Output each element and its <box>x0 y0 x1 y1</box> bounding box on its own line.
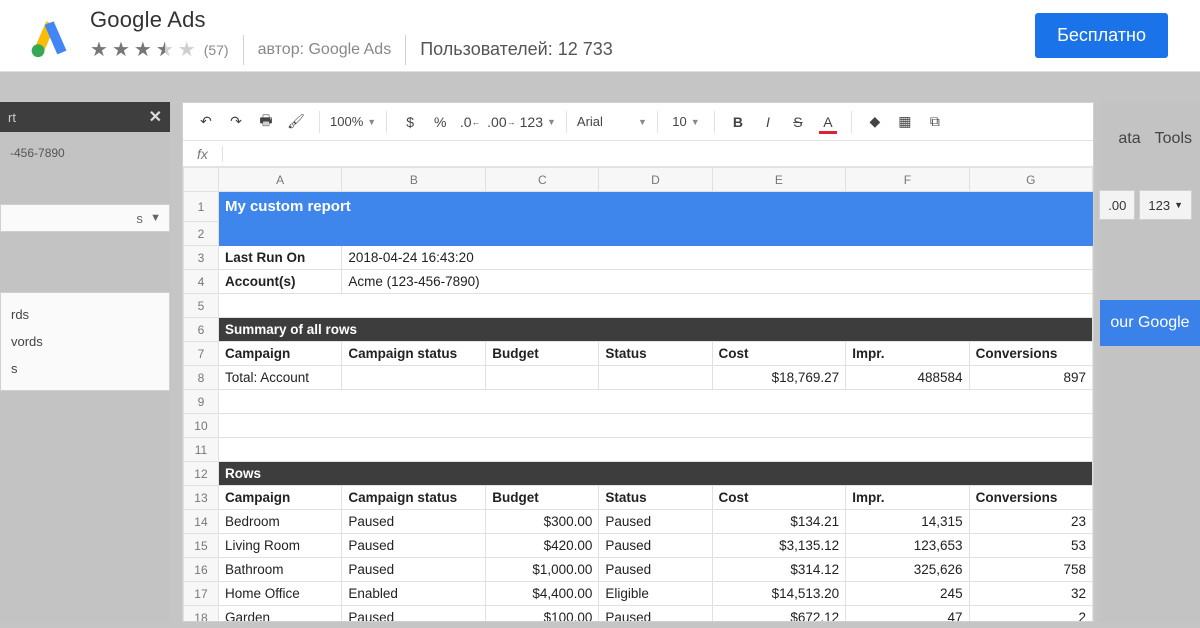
separator <box>243 35 244 65</box>
row-header[interactable]: 9 <box>184 390 219 414</box>
toolbar-btn[interactable]: .00 <box>1099 190 1135 220</box>
fx-label: fx <box>183 146 223 162</box>
table-row: 18 Garden Paused $100.00 Paused $672.12 … <box>184 606 1093 622</box>
column-header[interactable]: E <box>712 168 846 192</box>
addon-title: Google Ads <box>90 7 613 33</box>
chevron-down-icon: ▼ <box>1174 200 1183 210</box>
summary-section-title[interactable]: Summary of all rows <box>218 318 1092 342</box>
increase-decimal-button[interactable]: .00→ <box>487 108 515 136</box>
addon-author: автор: Google Ads <box>258 41 392 59</box>
font-family-dropdown[interactable]: Arial▼ <box>577 108 647 136</box>
spreadsheet-toolbar: ↶ ↷ 🖶 🖌 100%▼ $ % .0← .00→ 123▼ Arial▼ 1… <box>183 103 1093 141</box>
row-header[interactable]: 17 <box>184 582 219 606</box>
background-panel-left: rt ✕ -456-7890 s ▼ rds vords s <box>0 102 170 622</box>
row-header[interactable]: 1 <box>184 192 219 222</box>
label-s: s <box>136 211 143 226</box>
column-header[interactable]: D <box>599 168 712 192</box>
last-run-value[interactable]: 2018-04-24 16:43:20 <box>342 246 1093 270</box>
google-ads-logo-icon <box>28 14 72 58</box>
separator <box>405 35 406 65</box>
accounts-label: Account(s) <box>225 274 296 289</box>
install-button[interactable]: Бесплатно <box>1035 13 1168 58</box>
row-header[interactable]: 16 <box>184 558 219 582</box>
column-header[interactable]: G <box>969 168 1092 192</box>
star-icon: ★ <box>90 40 108 60</box>
toolbar-btn[interactable]: 123 ▼ <box>1139 190 1192 220</box>
formula-bar: fx <box>183 141 1093 167</box>
borders-button[interactable]: ▦ <box>892 108 918 136</box>
addon-users: Пользователей: 12 733 <box>420 39 613 60</box>
last-run-label: Last Run On <box>225 250 305 265</box>
rating-stars: ★ ★ ★ ★ ★ ★ (57) <box>90 40 229 60</box>
star-icon: ★ <box>112 40 130 60</box>
format-percent-button[interactable]: % <box>427 108 453 136</box>
accounts-value[interactable]: Acme (123-456-7890) <box>342 270 1093 294</box>
table-row: 17 Home Office Enabled $4,400.00 Eligibl… <box>184 582 1093 606</box>
table-row: 15 Living Room Paused $420.00 Paused $3,… <box>184 534 1093 558</box>
row-header[interactable]: 3 <box>184 246 219 270</box>
redo-icon[interactable]: ↷ <box>223 108 249 136</box>
star-empty-icon: ★ <box>178 40 196 60</box>
zoom-dropdown[interactable]: 100%▼ <box>330 108 376 136</box>
bold-button[interactable]: B <box>725 108 751 136</box>
phone-text: -456-7890 <box>0 132 170 174</box>
text-color-button[interactable]: A <box>815 108 841 136</box>
menu-item[interactable]: ata <box>1118 130 1140 148</box>
close-icon[interactable]: ✕ <box>149 107 162 127</box>
row-header[interactable]: 14 <box>184 510 219 534</box>
more-formats-dropdown[interactable]: 123▼ <box>520 108 556 136</box>
menu-item[interactable]: Tools <box>1155 130 1192 148</box>
column-header[interactable]: B <box>342 168 486 192</box>
column-header[interactable]: F <box>846 168 969 192</box>
row-header[interactable]: 11 <box>184 438 219 462</box>
format-currency-button[interactable]: $ <box>397 108 423 136</box>
italic-button[interactable]: I <box>755 108 781 136</box>
fill-color-button[interactable]: ◆ <box>862 108 888 136</box>
star-half-icon: ★ ★ <box>156 40 174 60</box>
merge-cells-button[interactable]: ⧉ <box>922 108 948 136</box>
dropdown-field[interactable]: s ▼ <box>0 204 170 232</box>
panel-title: rt <box>8 110 16 125</box>
star-icon: ★ <box>134 40 152 60</box>
row-header[interactable]: 6 <box>184 318 219 342</box>
spreadsheet-panel: ↶ ↷ 🖶 🖌 100%▼ $ % .0← .00→ 123▼ Arial▼ 1… <box>182 102 1094 622</box>
row-header[interactable]: 8 <box>184 366 219 390</box>
report-title[interactable]: My custom report <box>218 192 1092 222</box>
store-header: Google Ads ★ ★ ★ ★ ★ ★ (57) автор: Googl… <box>0 0 1200 72</box>
table-row: 16 Bathroom Paused $1,000.00 Paused $314… <box>184 558 1093 582</box>
row-header[interactable]: 10 <box>184 414 219 438</box>
formula-input[interactable] <box>223 141 1093 166</box>
undo-icon[interactable]: ↶ <box>193 108 219 136</box>
table-row: 14 Bedroom Paused $300.00 Paused $134.21… <box>184 510 1093 534</box>
list-item[interactable]: rds <box>1 301 169 328</box>
row-header[interactable]: 13 <box>184 486 219 510</box>
column-header[interactable]: A <box>218 168 341 192</box>
row-header[interactable]: 5 <box>184 294 219 318</box>
list-item[interactable]: vords <box>1 328 169 355</box>
primary-action-button[interactable]: our Google <box>1100 300 1200 346</box>
decrease-decimal-button[interactable]: .0← <box>457 108 483 136</box>
row-header[interactable]: 18 <box>184 606 219 622</box>
select-all-corner[interactable] <box>184 168 219 192</box>
chevron-down-icon: ▼ <box>150 212 161 224</box>
row-header[interactable]: 15 <box>184 534 219 558</box>
options-list: rds vords s <box>0 292 170 391</box>
row-header[interactable]: 12 <box>184 462 219 486</box>
column-header[interactable]: C <box>486 168 599 192</box>
list-item[interactable]: s <box>1 355 169 382</box>
strikethrough-button[interactable]: S <box>785 108 811 136</box>
rating-count: (57) <box>204 42 229 58</box>
paint-format-icon[interactable]: 🖌 <box>283 108 309 136</box>
background-panel-right: ata Tools .00 123 ▼ our Google <box>1100 102 1200 622</box>
font-size-dropdown[interactable]: 10▼ <box>668 108 704 136</box>
row-header[interactable]: 7 <box>184 342 219 366</box>
row-header[interactable]: 4 <box>184 270 219 294</box>
spreadsheet-grid[interactable]: A B C D E F G 1 My custom report 2 3 Las… <box>183 167 1093 621</box>
print-icon[interactable]: 🖶 <box>253 108 279 136</box>
row-header[interactable]: 2 <box>184 222 219 246</box>
rows-section-title[interactable]: Rows <box>218 462 1092 486</box>
